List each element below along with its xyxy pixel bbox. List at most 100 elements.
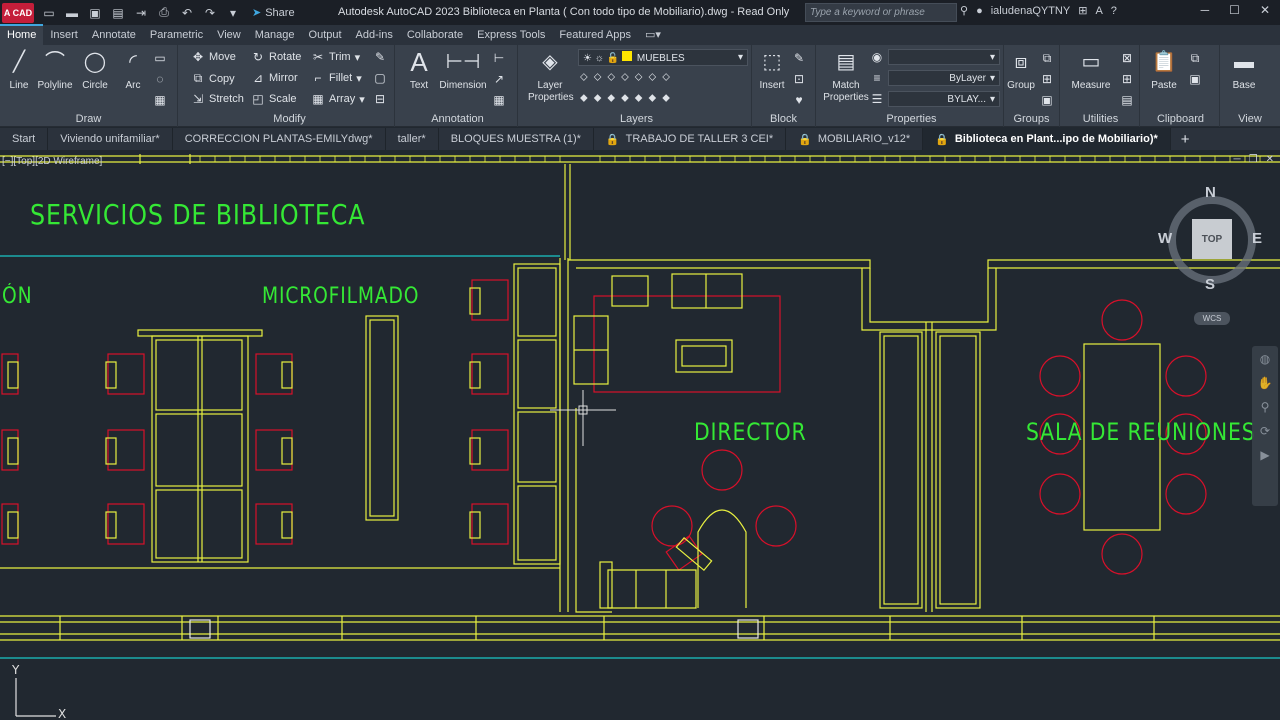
base-button[interactable]: ▬ Base	[1226, 47, 1262, 92]
move-button[interactable]: ✥ Move	[191, 50, 236, 64]
undo-icon[interactable]: ↶	[180, 6, 194, 20]
draw-panel-title[interactable]: Draw	[0, 113, 177, 125]
pan-icon[interactable]: ✋	[1252, 376, 1278, 394]
quick-select-button[interactable]: ⊠	[1120, 51, 1134, 65]
file-tab-start[interactable]: Start	[0, 128, 49, 150]
search-input[interactable]: Type a keyword or phrase	[805, 3, 957, 22]
minimize-icon[interactable]: ─	[1201, 3, 1210, 17]
new-tab-plus-icon[interactable]: +	[1171, 131, 1200, 148]
polyline-button[interactable]: ⌒ Polyline	[36, 47, 74, 92]
clipboard-panel-title[interactable]: Clipboard	[1142, 113, 1219, 125]
tab-express-tools[interactable]: Express Tools	[470, 26, 552, 45]
compass-south[interactable]: S	[1205, 276, 1215, 293]
gradient-button[interactable]: ▦	[153, 93, 167, 107]
file-tab-trabajo[interactable]: 🔒 TRABAJO DE TALLER 3 CEI*	[594, 128, 787, 150]
compass-east[interactable]: E	[1252, 230, 1262, 247]
tab-add-ins[interactable]: Add-ins	[349, 26, 400, 45]
cut-button[interactable]: ⧉	[1188, 51, 1202, 66]
insert-button[interactable]: ⬚ Insert	[754, 47, 790, 92]
close-icon[interactable]: ✕	[1260, 3, 1270, 17]
ungroup-button[interactable]: ⧉	[1040, 51, 1054, 66]
copy-button[interactable]: ⧉ Copy	[191, 71, 235, 86]
offset-button[interactable]: ⊟	[373, 92, 387, 106]
autodesk-a-icon[interactable]: A	[1095, 5, 1102, 17]
table-button[interactable]: ▦	[492, 93, 506, 107]
tab-home[interactable]: Home	[0, 24, 44, 45]
viewport-restore-icon[interactable]: ❐	[1249, 154, 1258, 165]
hatch-button[interactable]: ◌	[153, 72, 167, 86]
view-panel-title[interactable]: View	[1220, 113, 1280, 125]
explode-button[interactable]: ▢	[373, 71, 387, 85]
tab-insert[interactable]: Insert	[43, 26, 85, 45]
stretch-button[interactable]: ⇲ Stretch	[191, 92, 244, 106]
nav-wheel-icon[interactable]: ◍	[1252, 352, 1278, 370]
trim-dropdown-icon[interactable]: ▾	[355, 51, 361, 64]
file-tab-viviendo[interactable]: Viviendo unifamiliar*	[48, 128, 173, 150]
file-tab-biblioteca[interactable]: 🔒 Biblioteca en Plant...ipo de Mobiliario…	[923, 128, 1171, 150]
line-button[interactable]: ╱ Line	[2, 47, 36, 92]
layers-panel-title[interactable]: Layers	[522, 113, 751, 125]
open-folder-icon[interactable]: ▬	[65, 6, 79, 20]
circle-button[interactable]: ◯ Circle	[78, 47, 112, 92]
array-dropdown-icon[interactable]: ▾	[359, 93, 365, 106]
scale-button[interactable]: ◰ Scale	[251, 92, 296, 106]
modify-panel-title[interactable]: Modify	[185, 113, 394, 125]
rectangle-button[interactable]: ▭	[153, 51, 167, 65]
file-tab-taller[interactable]: taller*	[386, 128, 439, 150]
paste-button[interactable]: 📋 Paste	[1146, 47, 1182, 92]
orbit-icon[interactable]: ⟳	[1252, 424, 1278, 442]
measure-button[interactable]: ▭ Measure	[1066, 47, 1116, 92]
layer-dropdown[interactable]: ☀ ☼ 🔓 MUEBLES ▾	[578, 49, 748, 66]
create-block-button[interactable]: ✎	[792, 51, 806, 65]
rotate-button[interactable]: ↻ Rotate	[251, 50, 301, 64]
tab-output[interactable]: Output	[302, 26, 349, 45]
viewport-controls[interactable]: [−][Top][2D Wireframe]	[2, 156, 102, 167]
group-button[interactable]: ⧈ Group	[1004, 47, 1038, 92]
save-as-icon[interactable]: ▤	[111, 6, 125, 20]
layer-tools-row1[interactable]: ⬦⬦⬦⬦⬦⬦⬦	[580, 71, 676, 84]
color-dropdown[interactable]: ▾	[888, 49, 1000, 65]
qat-menu-icon[interactable]: ▾	[226, 6, 240, 20]
block-attr-button[interactable]: ♥	[792, 93, 806, 107]
edit-block-button[interactable]: ⊡	[792, 72, 806, 86]
fillet-button[interactable]: ⌐ Fillet ▾	[311, 71, 361, 85]
calculator-button[interactable]: ▤	[1120, 93, 1134, 107]
redo-icon[interactable]: ↷	[203, 6, 217, 20]
maximize-icon[interactable]: ☐	[1229, 3, 1240, 17]
group-edit-button[interactable]: ⊞	[1040, 72, 1054, 86]
tab-parametric[interactable]: Parametric	[143, 26, 210, 45]
autocad-logo[interactable]: A CAD	[2, 2, 34, 23]
new-file-icon[interactable]: ▭	[42, 6, 56, 20]
compass-north[interactable]: N	[1205, 184, 1216, 201]
trim-button[interactable]: ✂ Trim ▾	[311, 50, 360, 64]
zoom-icon[interactable]: ⚲	[1252, 400, 1278, 418]
linetype-dropdown[interactable]: ByLayer ▾	[888, 70, 1000, 86]
tab-manage[interactable]: Manage	[248, 26, 302, 45]
viewcube-top-face[interactable]: TOP	[1192, 219, 1232, 259]
select-all-button[interactable]: ⊞	[1120, 72, 1134, 86]
dimension-button[interactable]: ⊢⊣ Dimension	[438, 47, 488, 92]
compass-west[interactable]: W	[1158, 230, 1172, 247]
tab-collaborate[interactable]: Collaborate	[400, 26, 470, 45]
utilities-panel-title[interactable]: Utilities	[1062, 113, 1139, 125]
group-select-button[interactable]: ▣	[1040, 93, 1054, 107]
linear-dim-button[interactable]: ⊢	[492, 51, 506, 65]
annotation-panel-title[interactable]: Annotation	[398, 113, 517, 125]
file-tab-mobiliario[interactable]: 🔒 MOBILIARIO_v12*	[786, 128, 924, 150]
help-icon[interactable]: ?	[1111, 5, 1117, 17]
print-icon[interactable]: ⎙	[157, 5, 171, 20]
block-panel-title[interactable]: Block	[752, 113, 815, 125]
array-button[interactable]: ▦ Array ▾	[311, 92, 365, 106]
cart-icon[interactable]: ⊞	[1078, 4, 1087, 17]
user-account[interactable]: ialudenaQYTNY	[991, 5, 1071, 17]
ribbon-toggle-icon[interactable]: ▭▾	[638, 25, 668, 45]
showmotion-icon[interactable]: ▶	[1252, 448, 1278, 466]
tab-view[interactable]: View	[210, 26, 248, 45]
match-properties-button[interactable]: ▤ Match Properties	[822, 47, 870, 104]
lineweight-dropdown[interactable]: BYLAY... ▾	[888, 91, 1000, 107]
groups-panel-title[interactable]: Groups	[1004, 113, 1059, 125]
layer-properties-button[interactable]: ◈ Layer Properties	[528, 47, 574, 104]
text-button[interactable]: A Text	[402, 47, 436, 92]
layer-tools-row2[interactable]: ⬥⬥⬥⬥⬥⬥⬥	[580, 92, 676, 105]
mirror-button[interactable]: ⊿ Mirror	[251, 71, 298, 85]
